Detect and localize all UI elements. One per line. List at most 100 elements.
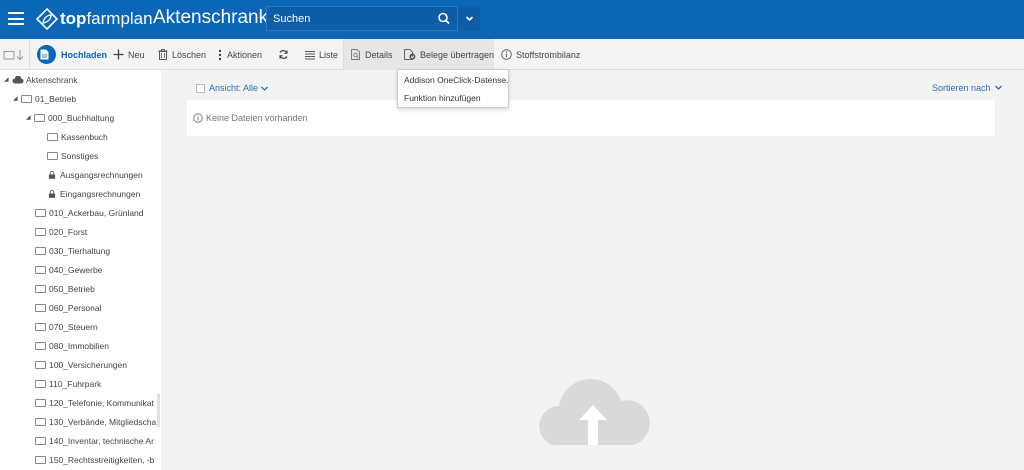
folder-icon	[35, 227, 46, 236]
cloud-icon	[12, 75, 24, 83]
tree-label: 120_Telefonie, Kommunikat	[49, 397, 154, 408]
menu-icon[interactable]	[8, 12, 24, 25]
refresh-icon	[279, 50, 288, 59]
tree-item-ausgangsrechnungen[interactable]: Ausgangsrechnungen	[48, 165, 143, 184]
view-filter-dropdown[interactable]: Ansicht: Alle	[196, 83, 269, 93]
tree-item-eingangsrechnungen[interactable]: Eingangsrechnungen	[48, 184, 140, 203]
delete-label: Löschen	[172, 49, 207, 60]
actions-label: Aktionen	[227, 49, 263, 60]
chevron-down-icon	[995, 85, 1003, 90]
folder-icon	[35, 265, 46, 274]
more-vertical-icon	[218, 49, 222, 60]
tree-item-buchhaltung[interactable]: ◢ 000_Buchhaltung	[26, 108, 114, 127]
tree-item-folder[interactable]: 130_Verbände, Mitgliedscha	[35, 412, 156, 431]
tree-item-folder[interactable]: 150_Rechtsstreitigkeiten, -b	[35, 450, 154, 469]
actions-button[interactable]: Aktionen	[217, 39, 262, 70]
expand-toggle-icon[interactable]: ◢	[26, 114, 34, 121]
menu-item-addison[interactable]: Addison OneClick-Datense...	[398, 70, 508, 88]
tree-item-kassenbuch[interactable]: Kassenbuch	[47, 127, 108, 146]
tree-label: 080_Immobilien	[49, 340, 110, 351]
tree-label: 070_Steuern	[49, 321, 98, 332]
transfer-label: Belege übertragen	[419, 49, 494, 60]
list-view-button[interactable]: Liste	[305, 39, 338, 70]
info-icon	[501, 49, 512, 60]
sort-dropdown[interactable]: Sortieren nach	[932, 83, 1003, 93]
search-button[interactable]	[431, 6, 457, 31]
tree-label: 140_Inventar, technische Ar	[49, 435, 154, 446]
lock-icon	[48, 170, 56, 179]
upload-button[interactable]: Hochladen	[37, 39, 107, 70]
tree-label: 150_Rechtsstreitigkeiten, -b	[49, 454, 155, 465]
tree-label: 040_Gewerbe	[49, 264, 103, 275]
list-label: Liste	[319, 49, 339, 60]
select-all-checkbox[interactable]	[196, 83, 205, 93]
tree-item-folder[interactable]: 100_Versicherungen	[35, 355, 127, 374]
tree-label: 130_Verbände, Mitgliedscha	[49, 416, 157, 427]
tree-item-folder[interactable]: 060_Personal	[35, 298, 101, 317]
transfer-icon	[404, 49, 416, 60]
folder-icon	[35, 341, 46, 350]
transfer-dropdown-menu: Addison OneClick-Datense... Funktion hin…	[397, 69, 509, 108]
expand-toggle-icon[interactable]: ◢	[4, 76, 12, 83]
toolbar: Hochladen Neu Löschen Aktionen Liste Det…	[0, 39, 1024, 70]
stoffstrom-label: Stoffstrombilanz	[516, 49, 581, 60]
menu-item-add-function[interactable]: Funktion hinzufügen	[398, 88, 508, 106]
search-input[interactable]	[266, 6, 458, 31]
folder-down-icon	[3, 49, 24, 60]
folder-icon	[35, 360, 46, 369]
tree-label: Aktenschrank	[26, 74, 78, 85]
tree-item-folder[interactable]: 030_Tierhaltung	[35, 241, 110, 260]
sidebar-scrollbar[interactable]	[157, 394, 160, 427]
folder-icon	[35, 208, 46, 217]
tree-label: 01_Betrieb	[35, 93, 77, 104]
tree-root[interactable]: ◢ Aktenschrank	[4, 70, 78, 89]
folder-icon	[35, 246, 46, 255]
folder-icon	[47, 132, 58, 141]
stoffstrom-button[interactable]: Stoffstrombilanz	[501, 39, 580, 70]
folder-icon	[35, 322, 46, 331]
tree-label: Sonstiges	[61, 150, 99, 161]
search-icon	[438, 12, 450, 25]
tree-item-folder[interactable]: 050_Betrieb	[35, 279, 95, 298]
cloud-upload-icon[interactable]	[533, 365, 653, 445]
plus-icon	[113, 49, 124, 60]
sort-label: Sortieren nach	[932, 83, 991, 93]
logo-icon	[36, 8, 58, 30]
folder-icon	[35, 436, 46, 445]
tree-item-folder[interactable]: 020_Forst	[35, 222, 87, 241]
tree-item-folder[interactable]: 110_Fuhrpark	[35, 374, 101, 393]
toolbar-divider	[29, 39, 30, 70]
lock-icon	[48, 189, 56, 198]
list-icon	[305, 50, 315, 59]
tree-item-folder[interactable]: 140_Inventar, technische Ar	[35, 431, 154, 450]
tree-item-folder[interactable]: 010_Ackerbau, Grünland	[35, 203, 144, 222]
search-options-button[interactable]	[457, 6, 480, 31]
app-title: Aktenschrank	[153, 7, 269, 28]
tree-item-folder[interactable]: 040_Gewerbe	[35, 260, 102, 279]
collapse-tree-button[interactable]	[3, 39, 29, 70]
new-button[interactable]: Neu	[113, 39, 145, 70]
folder-icon	[35, 455, 46, 464]
info-icon	[193, 113, 203, 123]
upload-label: Hochladen	[61, 49, 108, 60]
tree-item-folder[interactable]: 080_Immobilien	[35, 336, 109, 355]
tree-label: 030_Tierhaltung	[49, 245, 111, 256]
trash-icon	[158, 49, 168, 60]
tree-item-folder[interactable]: 120_Telefonie, Kommunikat	[35, 393, 154, 412]
new-label: Neu	[128, 49, 145, 60]
view-filter-label: Ansicht: Alle	[209, 83, 259, 93]
expand-toggle-icon[interactable]: ◢	[13, 95, 21, 102]
empty-state-message: Keine Dateien vorhanden	[193, 113, 308, 123]
tree-item-folder[interactable]: 070_Steuern	[35, 317, 98, 336]
refresh-button[interactable]	[278, 39, 293, 70]
chevron-down-icon	[261, 86, 268, 91]
delete-button[interactable]: Löschen	[158, 39, 206, 70]
tree-item-betrieb[interactable]: ◢ 01_Betrieb	[13, 89, 76, 108]
details-button[interactable]: Details	[344, 39, 397, 70]
tree-item-sonstiges[interactable]: Sonstiges	[47, 146, 98, 165]
transfer-receipts-button[interactable]: Belege übertragen	[397, 39, 494, 70]
brand-bold: top	[60, 9, 87, 28]
tree-label: Kassenbuch	[61, 131, 108, 142]
tree-label: 010_Ackerbau, Grünland	[49, 207, 144, 218]
top-bar: topfarmplan Aktenschrank	[0, 0, 1024, 39]
